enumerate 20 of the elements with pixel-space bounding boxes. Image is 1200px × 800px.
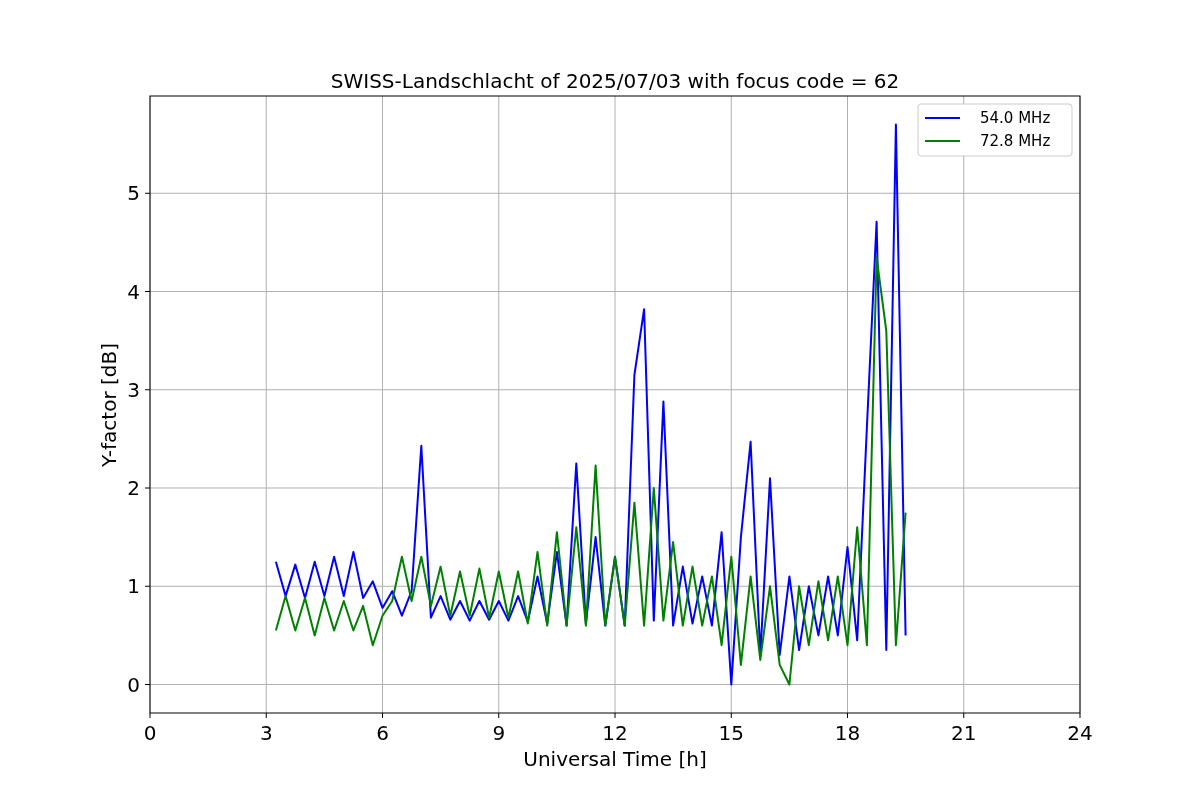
legend-label: 72.8 MHz — [980, 132, 1051, 150]
x-tick-label: 9 — [492, 721, 506, 745]
x-tick-label: 24 — [1067, 721, 1093, 745]
y-tick-label: 0 — [127, 672, 140, 697]
chart-title: SWISS-Landschlacht of 2025/07/03 with focus code = 62 — [330, 69, 900, 93]
x-tick-label: 21 — [951, 721, 977, 745]
x-axis-label: Universal Time [h] — [523, 747, 707, 771]
y-tick-label: 1 — [127, 574, 140, 599]
legend-label: 54.0 MHz — [980, 109, 1051, 127]
x-tick-label: 0 — [143, 721, 157, 745]
x-tick-label: 12 — [602, 721, 628, 745]
y-tick-label: 4 — [127, 279, 140, 304]
x-tick-label: 15 — [718, 721, 744, 745]
y-tick-label: 2 — [127, 476, 140, 500]
y-tick-label: 5 — [127, 181, 140, 206]
x-tick-label: 3 — [259, 721, 273, 745]
x-tick-label: 6 — [376, 721, 389, 745]
y-tick-label: 3 — [127, 377, 140, 402]
x-tick-label: 18 — [834, 721, 861, 745]
y-axis-label: Y-factor [dB] — [97, 343, 121, 467]
